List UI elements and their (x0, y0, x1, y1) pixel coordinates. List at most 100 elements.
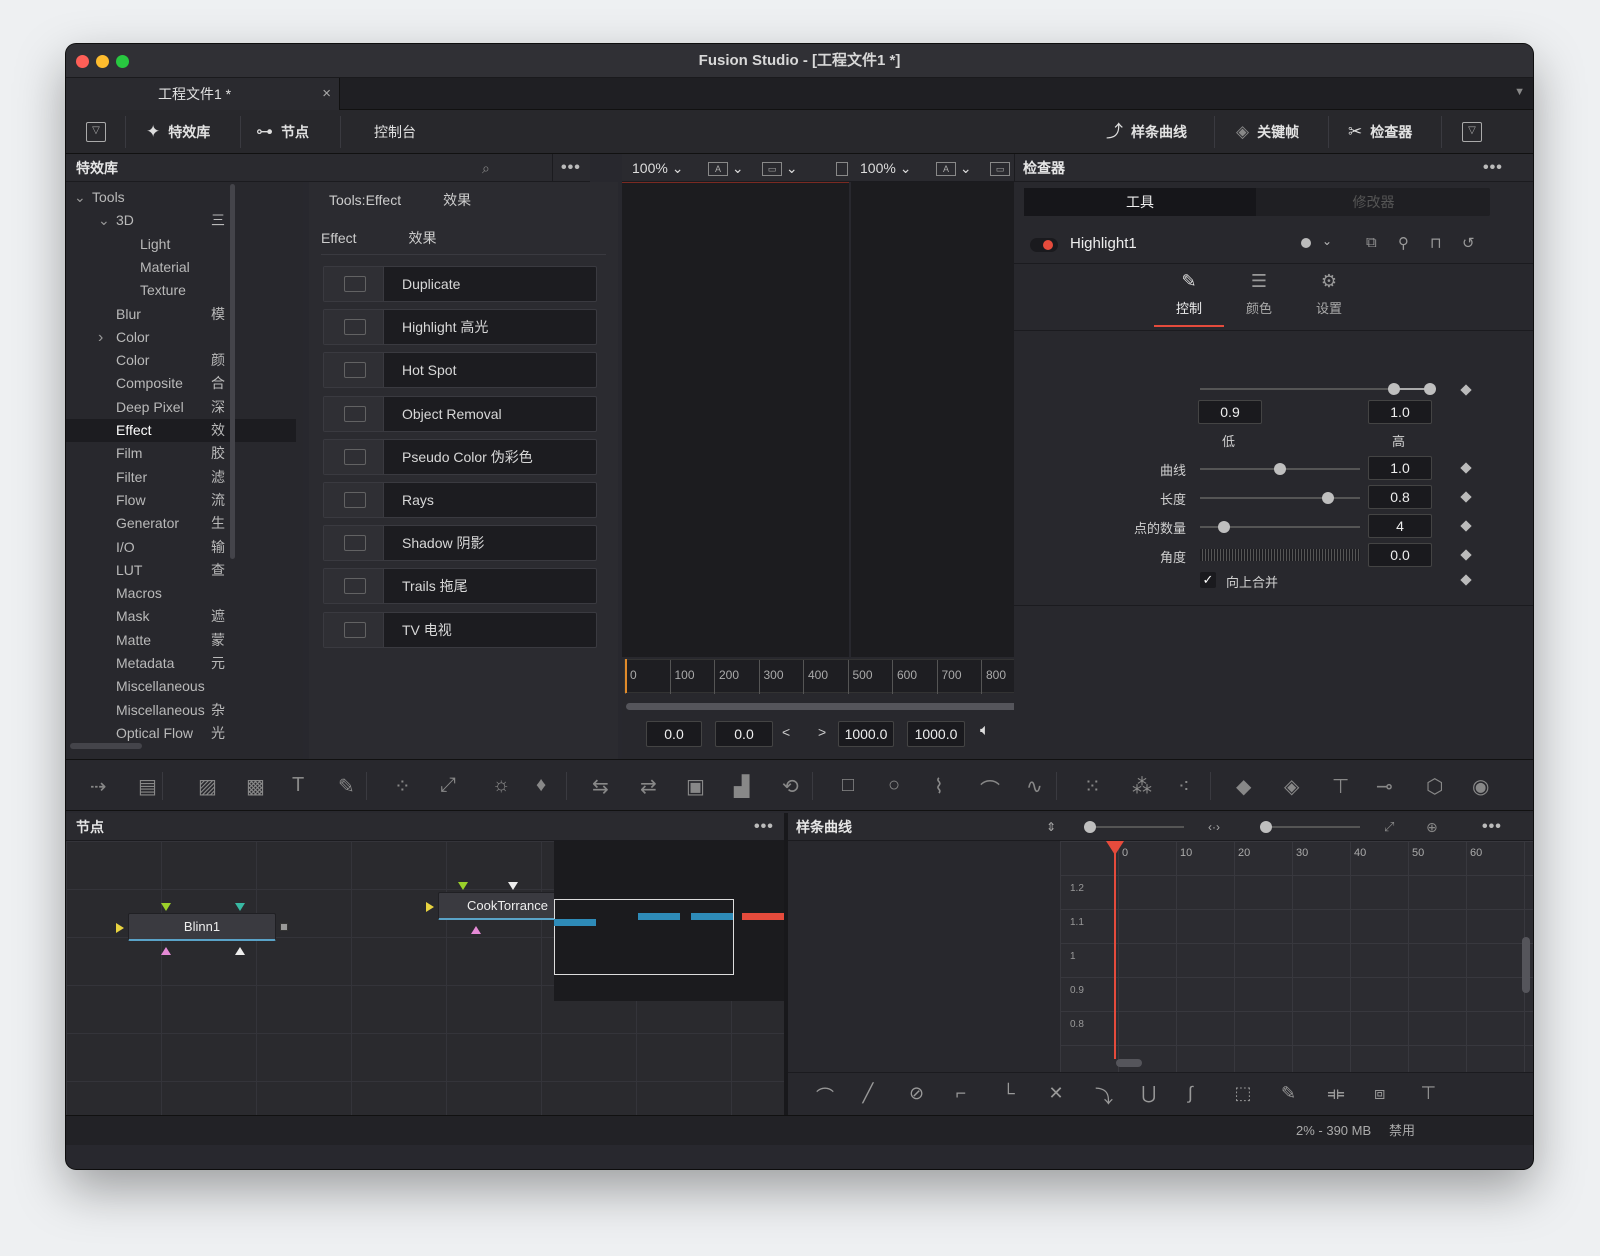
tree-item[interactable]: Miscellaneous (66, 675, 296, 698)
spline-h-scroll[interactable] (1116, 1059, 1142, 1067)
resize-icon[interactable]: ⇄ (640, 774, 657, 799)
minimize-window-button[interactable] (96, 55, 109, 68)
rectangle-icon[interactable]: □ (842, 774, 854, 797)
left-viewer-a-icon[interactable]: A ⌄ (708, 154, 744, 182)
playhead-marker-icon[interactable] (1106, 841, 1124, 855)
effect-item[interactable]: Rays (323, 482, 597, 518)
invert-icon[interactable]: ⊘ (909, 1083, 924, 1104)
left-viewer-zoom[interactable]: 100% ⌄ (632, 154, 683, 182)
current-time-field[interactable]: 0.0 (715, 721, 773, 747)
camera-icon[interactable]: ⟲ (782, 774, 799, 799)
fit-keys-icon[interactable]: ⟚ (1328, 1083, 1345, 1104)
output-port[interactable] (280, 923, 288, 931)
render-end-field[interactable]: 1000.0 (838, 721, 894, 747)
effect-item[interactable]: Object Removal (323, 395, 597, 432)
chevron-right-icon[interactable]: › (98, 326, 103, 349)
spline-button[interactable]: ⤴ 样条曲线 (1106, 110, 1187, 154)
timeline-scrollbar[interactable] (626, 703, 1072, 710)
tab-tools[interactable]: 工具 (1024, 188, 1256, 216)
param-field[interactable]: 0.0 (1368, 543, 1432, 567)
tree-item[interactable]: Miscellaneous 杂 (66, 699, 296, 722)
spline-graph[interactable]: 0 10 20 30 40 50 60 1.2 1.1 1 0.9 0.8 (1060, 841, 1533, 1072)
speaker-icon[interactable]: 🔈︎ (980, 722, 990, 740)
tree-item[interactable]: Light (66, 233, 296, 256)
background-icon[interactable]: ▨ (198, 774, 217, 799)
paint-icon[interactable]: ✎ (338, 774, 355, 799)
step-in-icon[interactable]: ⌐ (956, 1083, 967, 1104)
global-start-field[interactable]: 0.0 (646, 721, 702, 747)
keyframes-button[interactable]: ◈ 关键帧 (1236, 110, 1299, 154)
tree-item[interactable]: Film 胶 (66, 442, 296, 465)
effects-menu[interactable]: ••• (552, 154, 590, 182)
transform-icon[interactable]: ⇆ (592, 774, 609, 799)
chevron-down-icon[interactable]: ⌄ (98, 209, 110, 232)
tree-item[interactable]: ⌄ 3D 三 (66, 209, 296, 232)
tree-item[interactable]: ⌄ Tools (66, 186, 296, 209)
keyframe-icon[interactable] (1460, 491, 1472, 503)
color-curves-icon[interactable]: ⤢ (440, 774, 456, 797)
nodes-button[interactable]: ⊶ 节点 (256, 110, 309, 154)
right-panel-toggle-icon[interactable]: ▽ (1462, 122, 1482, 142)
subtab-controls[interactable]: ✎ 控制 (1154, 271, 1224, 327)
input-triangle[interactable] (458, 882, 468, 890)
subtab-settings[interactable]: ⚙ 设置 (1294, 271, 1364, 317)
fastnoise-icon[interactable]: ▩ (246, 774, 265, 799)
tree-item[interactable]: Texture (66, 279, 296, 302)
tree-item[interactable]: Mask 遮 (66, 605, 296, 628)
tree-h-scrollbar[interactable] (70, 743, 142, 749)
node-enable-toggle[interactable] (1030, 238, 1058, 252)
effect-item[interactable]: Duplicate (323, 266, 597, 302)
effect-item[interactable]: Highlight 高光 (323, 309, 597, 346)
playhead-start[interactable] (625, 659, 627, 693)
renderer-icon[interactable]: ▟ (734, 774, 749, 799)
node-cooktorrance[interactable]: CookTorrance (438, 892, 558, 920)
input-triangle[interactable] (116, 923, 124, 933)
node-navigator[interactable] (554, 841, 784, 1001)
bitmap-icon[interactable]: ∿ (1026, 774, 1043, 799)
high-field[interactable]: 1.0 (1368, 400, 1432, 424)
range-high-knob[interactable] (1424, 383, 1436, 395)
tree-item[interactable]: Matte 蒙 (66, 629, 296, 652)
low-field[interactable]: 0.9 (1198, 400, 1262, 424)
tree-item[interactable]: Blur 模 (66, 303, 296, 326)
step-out-icon[interactable]: └ (1002, 1083, 1015, 1104)
param-field[interactable]: 0.8 (1368, 485, 1432, 509)
tree-item[interactable]: Color 颜 (66, 349, 296, 372)
slider-knob[interactable] (1218, 521, 1230, 533)
tree-item[interactable]: Generator 生 (66, 512, 296, 535)
tree-item[interactable]: Deep Pixel 深 (66, 396, 296, 419)
range-keyframe-icon[interactable] (1460, 384, 1472, 396)
close-window-button[interactable] (76, 55, 89, 68)
blur-icon[interactable]: ♦ (536, 774, 546, 797)
param-field[interactable]: 4 (1368, 514, 1432, 538)
pin-icon[interactable]: ⚲ (1398, 234, 1409, 252)
tab-dropdown-icon[interactable]: ▼ (1514, 86, 1525, 98)
merge-icon[interactable]: ▤ (138, 774, 157, 799)
effects-library-button[interactable]: ✦ 特效库 (146, 110, 210, 154)
align-icon[interactable]: ⊤ (1421, 1083, 1437, 1104)
node-color-icon[interactable] (1301, 238, 1311, 248)
tree-item[interactable]: Optical Flow 光 (66, 722, 296, 745)
bspline-icon[interactable]: ⌒ (980, 774, 1000, 803)
console-button[interactable]: 控制台 (374, 110, 416, 154)
param-slider[interactable] (1200, 492, 1360, 504)
sort-icon[interactable]: ⇕ (1046, 813, 1056, 841)
node-editor[interactable]: Blinn1 CookTorrance (66, 841, 784, 1115)
chevron-down-icon[interactable]: ⌄ (1322, 234, 1332, 248)
reverse-icon[interactable]: ✕ (1049, 1083, 1064, 1104)
draw-icon[interactable]: ✎ (1281, 1083, 1296, 1104)
merge3d-shapes-icon[interactable]: ◈ (1284, 774, 1299, 799)
linear-icon[interactable]: ╱ (863, 1083, 874, 1104)
zoom-h-slider[interactable] (1260, 821, 1360, 833)
param-slider[interactable] (1200, 463, 1360, 475)
fit-horizontal-icon[interactable]: ‹·› (1208, 813, 1220, 841)
slider-knob[interactable] (1274, 463, 1286, 475)
nodes-more-icon[interactable]: ••• (754, 813, 774, 841)
brightness-icon[interactable]: ☼ (492, 774, 510, 797)
fit-icon[interactable]: ⤢ (1384, 813, 1394, 841)
zoom-icon[interactable]: ⊕ (1426, 813, 1438, 841)
keyframe-icon[interactable] (1460, 462, 1472, 474)
left-viewer-layout-icon[interactable]: ▭ ⌄ (762, 154, 798, 182)
time-stretch-icon[interactable]: ⤵ (1095, 1083, 1113, 1109)
search-icon[interactable]: ⌕ (482, 154, 490, 182)
